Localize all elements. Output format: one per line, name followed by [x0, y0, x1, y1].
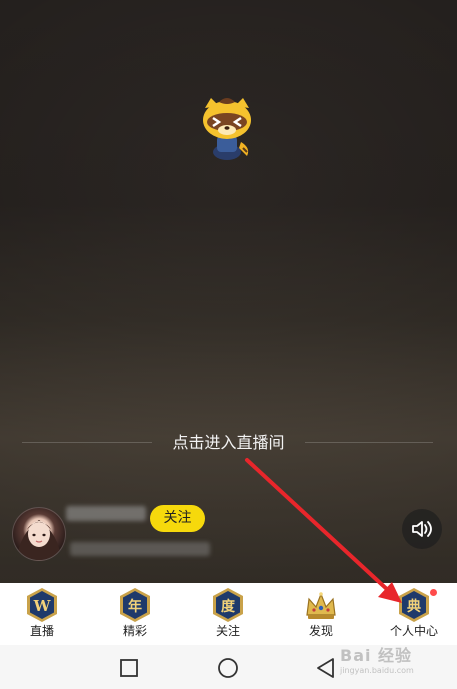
back-icon[interactable] — [315, 657, 337, 679]
bottom-navigation-bar: W 直播 年 精彩 度 关注 发现 典 个人中心 — [0, 583, 457, 645]
divider-right — [305, 442, 433, 443]
nav-label-profile: 个人中心 — [389, 624, 438, 638]
volume-button[interactable] — [402, 509, 442, 549]
divider-left — [22, 442, 152, 443]
nav-label-live: 直播 — [29, 624, 54, 638]
svg-text:年: 年 — [128, 598, 142, 615]
streamer-avatar[interactable] — [12, 507, 66, 561]
crown-icon — [306, 592, 336, 619]
nav-item-profile[interactable]: 典 个人中心 — [374, 583, 454, 645]
nav-item-following[interactable]: 度 关注 — [188, 583, 268, 645]
nav-label-highlights: 精彩 — [122, 624, 147, 638]
stream-subtitle-blurred — [70, 542, 210, 556]
nav-item-highlights[interactable]: 年 精彩 — [95, 583, 175, 645]
follow-button[interactable]: 关注 — [150, 505, 205, 532]
streamer-name-blurred — [66, 506, 146, 521]
svg-text:典: 典 — [407, 598, 421, 615]
avatar-portrait — [17, 520, 61, 560]
nav-item-discover[interactable]: 发现 — [281, 583, 361, 645]
nav-item-live[interactable]: W 直播 — [2, 583, 82, 645]
recent-apps-icon[interactable] — [118, 657, 140, 679]
nav-label-discover: 发现 — [308, 624, 333, 638]
notification-dot — [430, 589, 437, 596]
nav-label-following: 关注 — [215, 624, 240, 638]
home-icon[interactable] — [217, 657, 239, 679]
live-video-preview[interactable]: 点击进入直播间 关注 — [0, 0, 457, 583]
raccoon-mascot-icon — [203, 98, 251, 160]
badge-w-icon: W — [27, 588, 57, 622]
badge-dian-icon: 典 — [399, 588, 429, 622]
svg-text:度: 度 — [221, 598, 236, 615]
enter-live-room-link[interactable]: 点击进入直播间 — [152, 432, 305, 454]
badge-du-icon: 度 — [213, 588, 243, 622]
baidu-jingyan-watermark: Bai 经验 jingyan.baidu.com — [340, 646, 414, 675]
volume-icon — [412, 521, 432, 537]
badge-nian-icon: 年 — [120, 588, 150, 622]
svg-text:W: W — [33, 597, 52, 615]
